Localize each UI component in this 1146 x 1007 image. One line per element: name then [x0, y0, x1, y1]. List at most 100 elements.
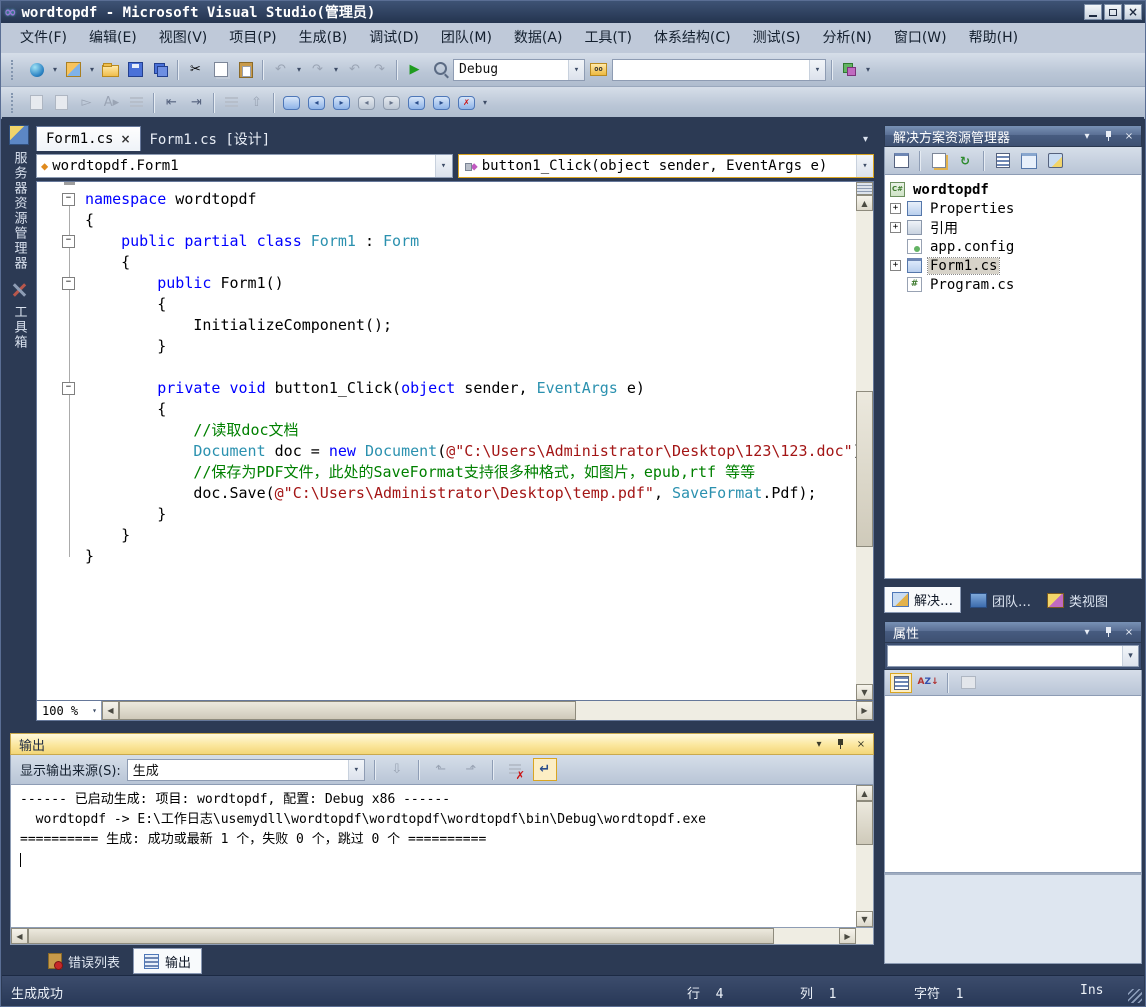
member-list-button[interactable]	[25, 91, 48, 114]
code-line[interactable]: //读取doc文档	[37, 420, 856, 441]
editor-splitter-handle[interactable]	[856, 182, 873, 195]
menu-item[interactable]: 文件(F)	[9, 23, 78, 53]
save-all-button[interactable]	[149, 58, 172, 81]
categorized-button[interactable]	[890, 673, 912, 693]
scroll-track[interactable]	[856, 211, 873, 684]
tree-item[interactable]: +引用	[885, 218, 1141, 237]
scroll-track[interactable]	[856, 801, 873, 911]
combo-dropdown-icon[interactable]: ▾	[348, 760, 364, 780]
scroll-down-icon[interactable]: ▼	[856, 684, 873, 700]
code-line[interactable]	[37, 357, 856, 378]
expand-icon[interactable]: +	[890, 260, 901, 271]
navigate-backward-button[interactable]: ↶	[343, 58, 366, 81]
scroll-up-icon[interactable]: ▲	[856, 195, 873, 211]
cut-button[interactable]: ✂	[184, 58, 207, 81]
word-wrap-button[interactable]: ↵	[533, 758, 557, 781]
members-combo[interactable]: ◆ button1_Click(object sender, EventArgs…	[458, 154, 875, 178]
scroll-thumb[interactable]	[856, 801, 873, 845]
output-vertical-scrollbar[interactable]: ▲ ▼	[856, 785, 873, 927]
menu-item[interactable]: 团队(M)	[430, 23, 503, 53]
output-titlebar[interactable]: 输出 ▾ ×	[10, 733, 874, 755]
properties-grid[interactable]	[884, 696, 1142, 873]
scroll-track[interactable]	[28, 928, 839, 944]
combo-dropdown-icon[interactable]: ▾	[88, 706, 101, 715]
code-line[interactable]: − public partial class Form1 : Form	[37, 231, 856, 252]
tab-well-dropdown-icon[interactable]: ▾	[863, 134, 868, 145]
find-in-files-button[interactable]: oo	[587, 58, 610, 81]
panel-close-icon[interactable]: ×	[1122, 131, 1136, 142]
panel-close-icon[interactable]: ×	[854, 739, 868, 750]
panel-menu-icon[interactable]: ▾	[812, 739, 826, 750]
editor-horizontal-scrollbar[interactable]	[119, 701, 856, 720]
redo-dropdown-icon[interactable]: ▾	[331, 58, 341, 81]
save-button[interactable]	[124, 58, 147, 81]
properties-button[interactable]	[890, 150, 912, 172]
show-all-files-button[interactable]	[928, 150, 950, 172]
collapse-icon[interactable]: −	[62, 193, 75, 206]
add-item-button[interactable]	[62, 58, 85, 81]
panel-tab-classview[interactable]: 类视图	[1040, 587, 1115, 613]
combo-dropdown-icon[interactable]: ▾	[856, 155, 873, 177]
next-bookmark-doc-button[interactable]: ▸	[430, 91, 453, 114]
menu-item[interactable]: 分析(N)	[811, 23, 882, 53]
next-message-button[interactable]: ⬏	[459, 758, 483, 781]
panel-tab-solution[interactable]: 解决…	[884, 587, 961, 613]
paste-button[interactable]	[234, 58, 257, 81]
tree-item[interactable]: app.config	[885, 237, 1141, 256]
configuration-manager-button[interactable]	[838, 58, 861, 81]
start-debugging-button[interactable]: ▶	[403, 58, 426, 81]
output-body[interactable]: ------ 已启动生成: 项目: wordtopdf, 配置: Debug x…	[10, 785, 874, 928]
menu-item[interactable]: 视图(V)	[148, 23, 219, 53]
prev-bookmark-button[interactable]: ◂	[305, 91, 328, 114]
types-combo[interactable]: ◆ wordtopdf.Form1 ▾	[36, 154, 453, 178]
sidebar-item-server-explorer[interactable]: 服务器资源管理器	[9, 125, 29, 271]
output-source-combo[interactable]: 生成 ▾	[127, 759, 365, 781]
collapse-icon[interactable]: −	[62, 277, 75, 290]
menu-item[interactable]: 测试(S)	[742, 23, 812, 53]
scroll-thumb[interactable]	[119, 701, 576, 720]
combo-dropdown-icon[interactable]: ▾	[809, 60, 825, 80]
scroll-up-icon[interactable]: ▲	[856, 785, 873, 801]
expand-icon[interactable]: +	[890, 222, 901, 233]
bottom-tab-errorlist[interactable]: 错误列表	[38, 948, 130, 974]
panel-close-icon[interactable]: ×	[1122, 627, 1136, 638]
code-line[interactable]: }	[37, 336, 856, 357]
code-line[interactable]: {	[37, 294, 856, 315]
menu-item[interactable]: 工具(T)	[573, 23, 642, 53]
minimize-button[interactable]	[1084, 4, 1102, 20]
view-class-diagram-button[interactable]	[1044, 150, 1066, 172]
panel-tab-team[interactable]: 团队…	[963, 587, 1038, 613]
zoom-combo[interactable]: 100 % ▾	[37, 701, 102, 720]
open-file-button[interactable]	[99, 58, 122, 81]
scroll-left-icon[interactable]: ◀	[11, 928, 28, 944]
menu-item[interactable]: 编辑(E)	[78, 23, 148, 53]
copy-button[interactable]	[209, 58, 232, 81]
output-text[interactable]: ------ 已启动生成: 项目: wordtopdf, 配置: Debug x…	[11, 785, 856, 927]
combo-dropdown-icon[interactable]: ▾	[435, 155, 452, 177]
code-line[interactable]: {	[37, 210, 856, 231]
code-area[interactable]: −namespace wordtopdf{− public partial cl…	[37, 182, 856, 700]
tree-item[interactable]: C#wordtopdf	[885, 180, 1141, 199]
toolbar-grip[interactable]	[11, 60, 18, 80]
menu-item[interactable]: 项目(P)	[218, 23, 287, 53]
new-project-button[interactable]	[25, 58, 48, 81]
code-line[interactable]: − public Form1()	[37, 273, 856, 294]
find-button[interactable]	[428, 58, 451, 81]
undo-button[interactable]: ↶	[269, 58, 292, 81]
code-line[interactable]: {	[37, 399, 856, 420]
view-code-button[interactable]	[992, 150, 1014, 172]
panel-menu-icon[interactable]: ▾	[1080, 627, 1094, 638]
code-line[interactable]: doc.Save(@"C:\Users\Administrator\Deskto…	[37, 483, 856, 504]
code-line[interactable]: }	[37, 546, 856, 567]
prev-bookmark-doc-button[interactable]: ◂	[405, 91, 428, 114]
pin-icon[interactable]	[1101, 626, 1115, 638]
comment-button[interactable]	[220, 91, 243, 114]
menu-item[interactable]: 帮助(H)	[958, 23, 1029, 53]
menu-item[interactable]: 体系结构(C)	[643, 23, 742, 53]
find-combo[interactable]: ▾	[612, 59, 826, 81]
combo-dropdown-icon[interactable]: ▾	[568, 60, 584, 80]
clear-output-button[interactable]	[503, 758, 527, 781]
decrease-indent-button[interactable]: ⇤	[160, 91, 183, 114]
properties-titlebar[interactable]: 属性 ▾ ×	[884, 621, 1142, 643]
object-combo[interactable]: ▾	[887, 645, 1139, 667]
